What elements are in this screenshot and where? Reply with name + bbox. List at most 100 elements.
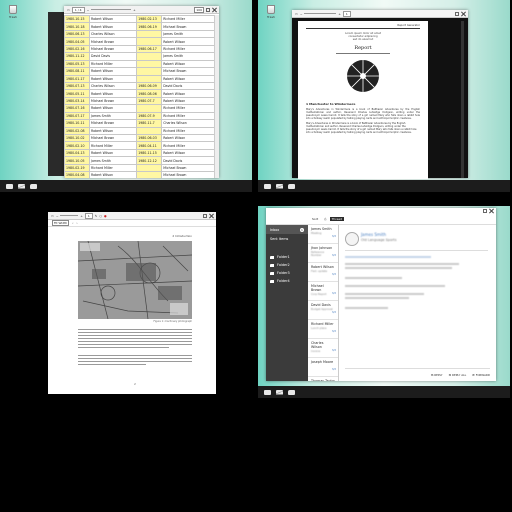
table-cell[interactable]: Michael Brown <box>88 44 138 54</box>
message-list-item[interactable]: James Smith Meeting 3/2 <box>308 225 338 244</box>
zoom-mode[interactable]: Fit Width <box>52 220 70 226</box>
zoom-out-icon[interactable]: − <box>87 8 90 12</box>
table-cell[interactable]: Robert Wilson <box>161 37 215 46</box>
mail-icon[interactable] <box>18 183 25 189</box>
table-cell[interactable]: 1980-06-03 <box>136 133 163 143</box>
table-cell[interactable]: 1980-11-7 <box>136 119 163 128</box>
table-cell[interactable]: Robert Wilson <box>88 15 138 24</box>
sidebar-item-sent[interactable]: Sent Items <box>266 234 308 243</box>
table-cell[interactable]: 1980-01-17 <box>64 74 90 83</box>
table-cell[interactable]: 1980-08-11 <box>64 67 90 76</box>
start-icon[interactable] <box>264 389 271 395</box>
table-cell[interactable]: Robert Wilson <box>88 74 138 83</box>
table-cell[interactable]: James Smith <box>88 111 138 121</box>
table-cell[interactable]: Richard Miller <box>161 104 215 113</box>
close-button[interactable] <box>209 214 213 218</box>
zoom-out-icon[interactable]: − <box>300 12 303 16</box>
maximize-button[interactable] <box>206 7 210 12</box>
table-cell[interactable]: 1980-04-13 <box>64 148 90 158</box>
table-cell[interactable]: 1980-11-12 <box>64 52 90 61</box>
maximize-button[interactable] <box>483 209 487 213</box>
table-cell[interactable]: 1980-11-15 <box>136 148 163 158</box>
spreadsheet-grid[interactable]: 1980-10-15 Robert Wilson 1980-02-13 Richard… <box>64 15 215 178</box>
table-cell[interactable] <box>136 37 163 46</box>
table-cell[interactable]: 1980-10-18 <box>64 22 90 31</box>
table-cell[interactable]: Robert Wilson <box>88 126 138 136</box>
table-cell[interactable]: Michael Brown <box>161 22 215 31</box>
table-cell[interactable]: 1980-04-11 <box>136 141 163 150</box>
table-cell[interactable]: 1980-04-05 <box>64 37 90 46</box>
sidebar-item-inbox[interactable]: Inbox 1 <box>266 225 308 234</box>
table-cell[interactable]: Richard Miller <box>88 163 138 173</box>
zoom-slider[interactable] <box>304 13 337 14</box>
table-cell[interactable]: 1980-07-9 <box>136 111 163 121</box>
draw-icon[interactable]: ✎ <box>95 214 98 218</box>
table-cell[interactable]: James Smith <box>161 52 215 61</box>
message-list-item[interactable]: Richard Miller Lunch plans 3/2 <box>308 320 338 339</box>
sidebar-toggle-icon[interactable]: ▭ <box>51 214 54 218</box>
mail-icon[interactable] <box>276 389 283 395</box>
table-cell[interactable]: 1980-10-15 <box>64 15 90 24</box>
table-cell[interactable]: Michael Brown <box>161 171 215 178</box>
table-cell[interactable]: James Smith <box>161 29 215 39</box>
table-cell[interactable]: Robert Wilson <box>88 148 138 158</box>
print-icon[interactable]: ⎙ <box>324 217 326 221</box>
table-cell[interactable]: Robert Wilson <box>161 59 215 69</box>
zoom-in-icon[interactable]: + <box>80 214 83 218</box>
table-cell[interactable] <box>136 74 163 83</box>
table-cell[interactable]: Robert Wilson <box>88 171 138 178</box>
table-cell[interactable]: 1980-06-19 <box>136 22 163 31</box>
sort-button[interactable]: Sort <box>312 217 318 221</box>
start-icon[interactable] <box>6 183 13 189</box>
table-cell[interactable]: 1980-04-08 <box>64 171 90 178</box>
table-cell[interactable]: 1980-06-17 <box>136 44 163 54</box>
table-cell[interactable] <box>136 29 163 39</box>
next-page-icon[interactable]: › <box>76 221 77 225</box>
table-cell[interactable]: David Davis <box>88 52 138 61</box>
table-cell[interactable]: Charles Wilson <box>88 29 138 39</box>
sidebar-folder[interactable]: Folder3 <box>266 269 308 277</box>
sidebar-toggle-icon[interactable]: ▭ <box>67 8 70 12</box>
table-cell[interactable]: 1980-10-11 <box>64 119 90 128</box>
table-cell[interactable]: Robert Wilson <box>161 89 215 98</box>
table-cell[interactable]: 1980-06-09 <box>136 81 163 91</box>
table-cell[interactable]: Michael Brown <box>88 96 138 106</box>
close-button[interactable] <box>461 12 465 16</box>
table-cell[interactable]: 1980-02-13 <box>136 15 163 24</box>
table-cell[interactable]: Michael Brown <box>161 67 215 76</box>
vertical-scrollbar[interactable] <box>214 15 219 178</box>
maximize-button[interactable] <box>455 11 459 16</box>
trash-desktop-icon[interactable]: Trash <box>7 5 19 19</box>
table-cell[interactable]: Robert Wilson <box>88 89 138 98</box>
table-cell[interactable]: Robert Wilson <box>161 74 215 83</box>
message-list-item[interactable]: Robert Wilson Fwd: update 3/2 <box>308 263 338 282</box>
reply-all-button[interactable]: ⮪ REPLY ALL <box>449 373 467 377</box>
table-cell[interactable]: Richard Miller <box>161 15 215 24</box>
table-cell[interactable]: Richard Miller <box>161 126 215 136</box>
folder-icon[interactable] <box>288 389 295 395</box>
table-cell[interactable]: 1980-07-7 <box>136 96 163 106</box>
zoom-in-icon[interactable]: + <box>338 12 341 16</box>
zoom-value[interactable]: 100 <box>194 6 204 13</box>
table-cell[interactable] <box>136 163 163 173</box>
table-cell[interactable]: 1980-12-12 <box>136 156 163 165</box>
table-cell[interactable]: 1980-02-08 <box>64 126 90 136</box>
table-cell[interactable]: David Davis <box>161 81 215 91</box>
table-cell[interactable] <box>136 67 163 76</box>
table-cell[interactable]: 1980-02-19 <box>64 163 90 173</box>
sender-name[interactable]: James Smith <box>361 232 386 237</box>
table-cell[interactable]: Robert Wilson <box>161 96 215 106</box>
maximize-button[interactable] <box>203 213 207 218</box>
table-cell[interactable]: 1980-06-13 <box>64 29 90 39</box>
page-box[interactable]: 1 <box>84 212 93 219</box>
table-cell[interactable]: Michael Brown <box>88 133 138 143</box>
thread-button[interactable]: Thread <box>329 217 345 221</box>
message-list-item[interactable]: Thomas TaylorPhoto3/2 <box>308 377 338 381</box>
table-cell[interactable]: Robert Wilson <box>161 133 215 143</box>
table-cell[interactable]: 1980-05-13 <box>64 59 90 69</box>
folder-icon[interactable] <box>288 183 295 189</box>
table-cell[interactable] <box>136 126 163 136</box>
table-cell[interactable]: 1980-02-10 <box>64 141 90 150</box>
table-cell[interactable] <box>136 59 163 69</box>
zoom-in-icon[interactable]: + <box>133 8 136 12</box>
